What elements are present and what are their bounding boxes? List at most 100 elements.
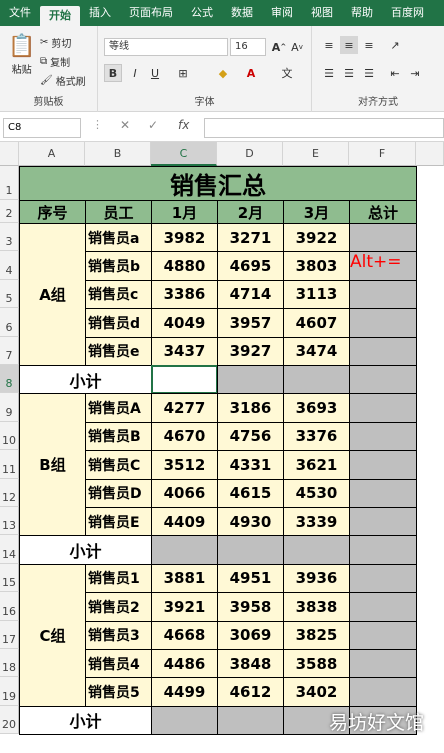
month2-cell[interactable]: 4756	[217, 421, 284, 452]
month3-cell[interactable]: 4530	[283, 478, 350, 508]
month2-cell[interactable]: 3069	[217, 620, 284, 650]
row-header-20[interactable]: 20	[0, 705, 19, 735]
subtotal-label[interactable]: 小计	[19, 365, 152, 395]
employee-cell[interactable]: 销售员3	[85, 620, 152, 650]
month3-cell[interactable]: 3838	[283, 592, 350, 622]
subtotal-cell[interactable]	[217, 535, 284, 565]
month2-cell[interactable]: 3271	[217, 223, 284, 253]
header-cell[interactable]: 总计	[349, 200, 417, 224]
grow-font-icon[interactable]: A ^	[270, 38, 288, 56]
align-top-icon[interactable]: ≡	[320, 36, 338, 54]
align-middle-icon[interactable]: ≡	[340, 36, 358, 54]
employee-cell[interactable]: 销售员d	[85, 308, 152, 338]
tab-1[interactable]: 开始	[40, 6, 80, 26]
group-cell[interactable]: A组	[19, 223, 86, 366]
increase-indent-icon[interactable]: ⇥	[406, 64, 424, 82]
fill-color-icon[interactable]: ◆	[214, 64, 232, 82]
italic-button[interactable]: I	[126, 64, 144, 82]
group-cell[interactable]: C组	[19, 563, 86, 707]
month1-cell[interactable]: 3512	[151, 450, 218, 480]
font-color-icon[interactable]: A	[242, 64, 260, 82]
row-header-7[interactable]: 7	[0, 336, 19, 365]
cancel-icon[interactable]: ✕	[120, 118, 130, 132]
month3-cell[interactable]: 3339	[283, 507, 350, 537]
column-header-b[interactable]: B	[85, 142, 151, 166]
month2-cell[interactable]: 4951	[217, 563, 284, 594]
insert-function-icon[interactable]: fx	[178, 118, 189, 132]
month1-cell[interactable]: 3386	[151, 279, 218, 310]
align-bottom-icon[interactable]: ≡	[360, 36, 378, 54]
align-left-icon[interactable]: ☰	[320, 64, 338, 82]
font-size-select[interactable]: 16	[230, 38, 266, 56]
employee-cell[interactable]: 销售员c	[85, 279, 152, 310]
month1-cell[interactable]: 4049	[151, 308, 218, 338]
underline-button[interactable]: U	[146, 64, 164, 82]
total-cell[interactable]	[349, 592, 417, 622]
subtotal-label[interactable]: 小计	[19, 705, 152, 736]
decrease-indent-icon[interactable]: ⇤	[386, 64, 404, 82]
subtotal-cell[interactable]	[283, 535, 350, 565]
month3-cell[interactable]: 3936	[283, 563, 350, 594]
employee-cell[interactable]: 销售员5	[85, 677, 152, 707]
month3-cell[interactable]: 3621	[283, 450, 350, 480]
cut-button[interactable]: ✂ 剪切	[40, 35, 71, 50]
tab-8[interactable]: 帮助	[342, 0, 382, 26]
month2-cell[interactable]: 4612	[217, 677, 284, 707]
column-header-d[interactable]: D	[217, 142, 283, 166]
header-cell[interactable]: 2月	[217, 200, 284, 224]
total-cell[interactable]	[349, 649, 417, 679]
employee-cell[interactable]: 销售员4	[85, 649, 152, 679]
group-cell[interactable]: B组	[19, 393, 86, 537]
month1-cell[interactable]: 4499	[151, 677, 218, 707]
month2-cell[interactable]: 3927	[217, 336, 284, 366]
employee-cell[interactable]: 销售员E	[85, 507, 152, 537]
copy-button[interactable]: ⧉ 复制	[40, 54, 70, 69]
tab-0[interactable]: 文件	[0, 0, 40, 26]
row-header-10[interactable]: 10	[0, 421, 19, 451]
enter-icon[interactable]: ✓	[148, 118, 158, 132]
format-painter-button[interactable]: 🖌 格式刷	[40, 73, 86, 88]
row-header-9[interactable]: 9	[0, 393, 19, 422]
month3-cell[interactable]: 3402	[283, 677, 350, 707]
total-cell[interactable]	[349, 336, 417, 366]
month1-cell[interactable]: 4066	[151, 478, 218, 508]
paste-button[interactable]: 📋 粘贴	[8, 34, 35, 76]
month1-cell[interactable]: 4486	[151, 649, 218, 679]
formula-input[interactable]	[204, 118, 444, 138]
month1-cell[interactable]: 3982	[151, 223, 218, 253]
total-cell[interactable]	[349, 223, 417, 253]
tab-2[interactable]: 插入	[80, 0, 120, 26]
row-header-12[interactable]: 12	[0, 478, 19, 507]
row-header-8[interactable]: 8	[0, 365, 19, 394]
column-header-e[interactable]: E	[283, 142, 349, 166]
month2-cell[interactable]: 4331	[217, 450, 284, 480]
month2-cell[interactable]: 3186	[217, 393, 284, 423]
month3-cell[interactable]: 4607	[283, 308, 350, 338]
employee-cell[interactable]: 销售员C	[85, 450, 152, 480]
header-cell[interactable]: 1月	[151, 200, 218, 224]
employee-cell[interactable]: 销售员D	[85, 478, 152, 508]
employee-cell[interactable]: 销售员b	[85, 251, 152, 281]
bold-button[interactable]: B	[104, 64, 122, 82]
total-cell[interactable]	[349, 620, 417, 650]
total-cell[interactable]	[349, 450, 417, 480]
month2-cell[interactable]: 3958	[217, 592, 284, 622]
select-all-corner[interactable]	[0, 142, 19, 166]
tab-5[interactable]: 数据	[222, 0, 262, 26]
month3-cell[interactable]: 3376	[283, 421, 350, 452]
total-cell[interactable]	[349, 507, 417, 537]
month3-cell[interactable]: 3803	[283, 251, 350, 281]
total-cell[interactable]	[349, 279, 417, 310]
total-cell[interactable]	[349, 393, 417, 423]
tab-7[interactable]: 视图	[302, 0, 342, 26]
name-box[interactable]: C8	[3, 118, 81, 138]
employee-cell[interactable]: 销售员1	[85, 563, 152, 594]
subtotal-cell[interactable]	[283, 365, 350, 395]
month1-cell[interactable]: 4670	[151, 421, 218, 452]
total-cell[interactable]	[349, 478, 417, 508]
month2-cell[interactable]: 4695	[217, 251, 284, 281]
tab-6[interactable]: 审阅	[262, 0, 302, 26]
row-header-13[interactable]: 13	[0, 507, 19, 536]
month1-cell[interactable]: 4880	[151, 251, 218, 281]
month3-cell[interactable]: 3113	[283, 279, 350, 310]
